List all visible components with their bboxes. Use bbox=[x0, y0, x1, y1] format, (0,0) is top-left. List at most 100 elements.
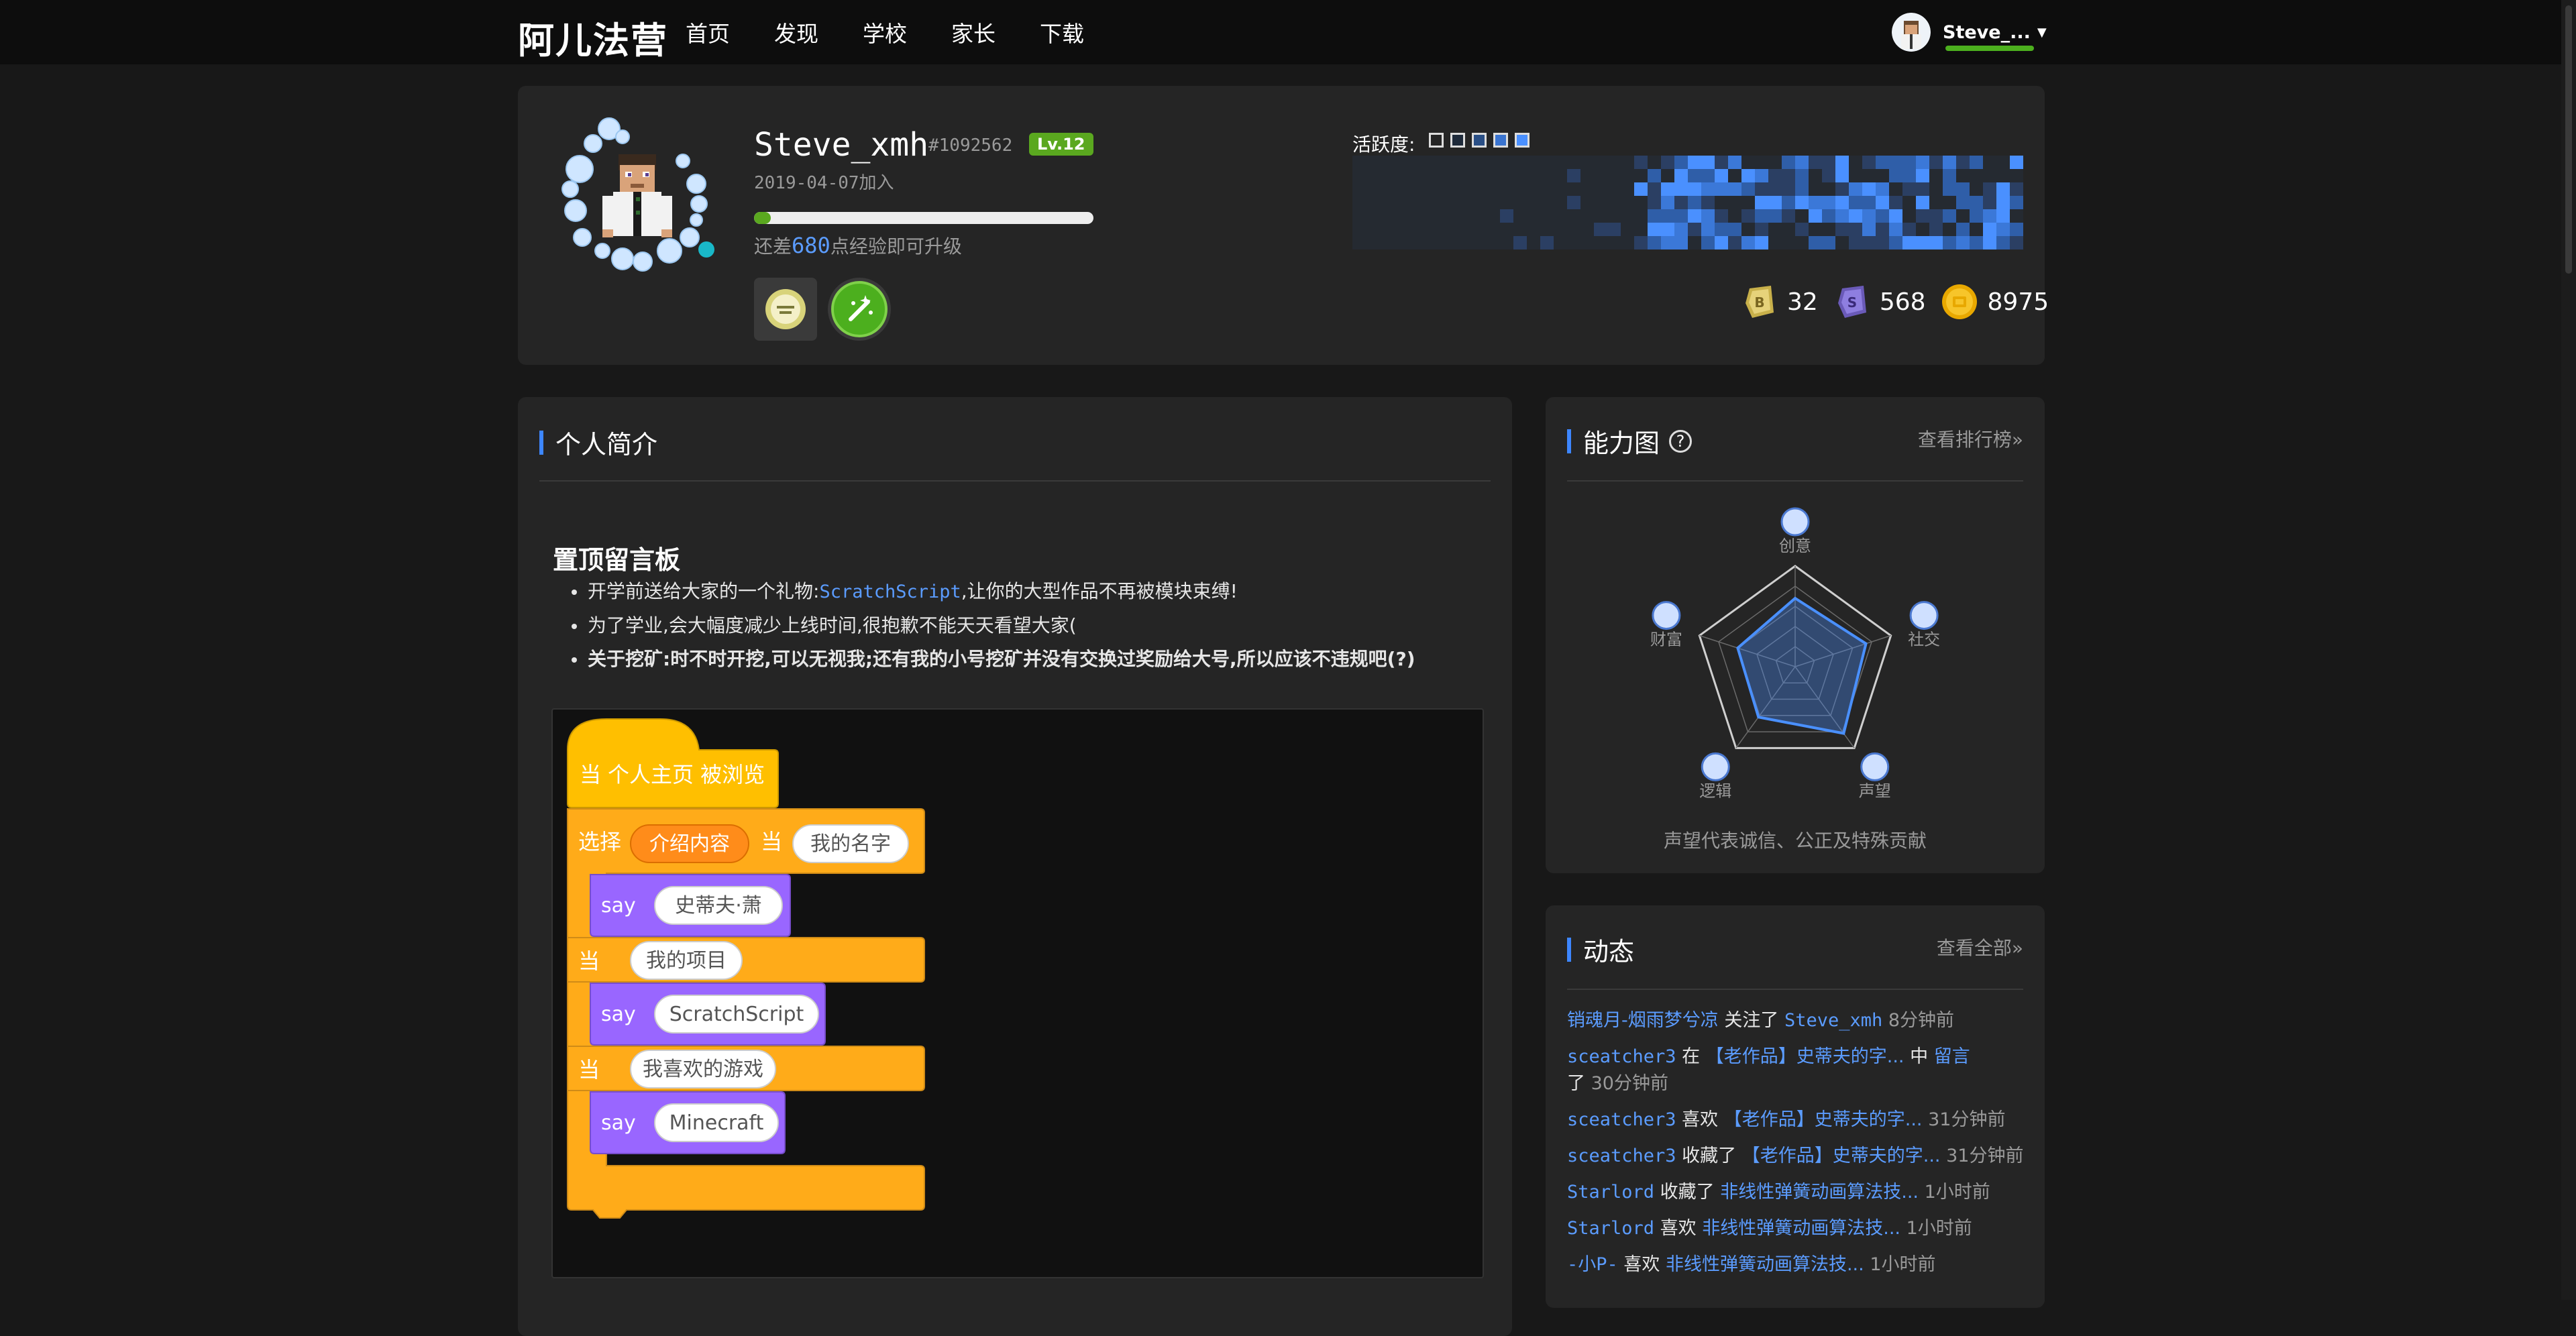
feed-user-link[interactable]: 销魂月-烟雨梦兮凉 bbox=[1567, 1010, 1719, 1031]
site-logo[interactable]: 阿儿法营 bbox=[518, 11, 668, 64]
chevron-down-icon[interactable]: ▼ bbox=[2037, 25, 2047, 40]
wealth-icon: 财富 bbox=[1650, 601, 1682, 649]
feed-action: 喜欢 bbox=[1660, 1218, 1697, 1239]
heatmap-cell bbox=[1782, 209, 1795, 223]
feed-user-link[interactable]: Starlord bbox=[1567, 1218, 1654, 1239]
heatmap-cell bbox=[1929, 223, 1943, 236]
heatmap-cell bbox=[1996, 182, 2010, 196]
feed-item: -小P- 喜欢 非线性弹簧动画算法技... 1小时前 bbox=[1567, 1251, 2030, 1278]
heatmap-cell bbox=[1835, 223, 1849, 236]
title-accent bbox=[539, 430, 543, 455]
user-xp-bar bbox=[1945, 46, 2034, 51]
heatmap-cell bbox=[1876, 182, 1889, 196]
heatmap-cell bbox=[1996, 223, 2010, 236]
heatmap-cell bbox=[1889, 196, 1902, 209]
feed-target-link[interactable]: Steve_xmh bbox=[1784, 1010, 1882, 1031]
nav-school[interactable]: 学校 bbox=[863, 16, 907, 48]
page-scrollbar[interactable] bbox=[2561, 0, 2576, 1300]
heatmap-cell bbox=[1674, 209, 1688, 223]
heatmap-cell bbox=[1648, 236, 1661, 249]
legend-level-3 bbox=[1493, 133, 1508, 148]
heatmap-cell bbox=[1876, 196, 1889, 209]
nav-home[interactable]: 首页 bbox=[686, 16, 730, 48]
feed-title-text: 动态 bbox=[1583, 937, 1635, 966]
heatmap-cell bbox=[1956, 182, 1970, 196]
heatmap-cell bbox=[1768, 209, 1782, 223]
case3-when: 当 bbox=[578, 1057, 600, 1082]
heatmap-cell bbox=[1688, 223, 1701, 236]
heatmap-cell bbox=[1648, 223, 1661, 236]
heatmap-cell bbox=[1688, 196, 1701, 209]
top-navbar: 阿儿法营 首页 发现 学校 家长 下载 Steve_... ▼ bbox=[0, 0, 2576, 64]
feed-time: 31分钟前 bbox=[1928, 1109, 2006, 1130]
heatmap-cell bbox=[1701, 182, 1715, 196]
legend-level-0 bbox=[1429, 133, 1444, 148]
heatmap-cell bbox=[1674, 223, 1688, 236]
heatmap-cell bbox=[1634, 236, 1648, 249]
scratch-code-image: 当 个人主页 被浏览 选择 介绍内容 当 我的名字 say 史蒂夫·萧 当 我的… bbox=[551, 708, 1484, 1278]
feed-item: sceatcher3 收藏了 【老作品】史蒂夫的字... 31分钟前 bbox=[1567, 1143, 2030, 1170]
heatmap-cell bbox=[1782, 156, 1795, 169]
feed-target-link[interactable]: 非线性弹簧动画算法技... bbox=[1666, 1254, 1864, 1275]
user-name[interactable]: Steve_... bbox=[1943, 22, 2031, 43]
nav-discover[interactable]: 发现 bbox=[774, 16, 818, 48]
heatmap-cell bbox=[1674, 169, 1688, 182]
heatmap-cell bbox=[1768, 196, 1782, 209]
view-all-link[interactable]: 查看全部» bbox=[1937, 934, 2023, 960]
heatmap-cell bbox=[2010, 223, 2023, 236]
magic-wand-badge-icon[interactable] bbox=[828, 278, 891, 341]
heatmap-cell bbox=[1634, 156, 1648, 169]
ability-title: 能力图? bbox=[1567, 423, 1693, 459]
reputation-icon: 声望 bbox=[1859, 752, 1891, 800]
feed-user-link[interactable]: sceatcher3 bbox=[1567, 1146, 1676, 1166]
profile-avatar[interactable] bbox=[555, 117, 720, 282]
feed-user-link[interactable]: Starlord bbox=[1567, 1182, 1654, 1203]
scrollbar-thumb[interactable] bbox=[2565, 5, 2572, 274]
heatmap-cell bbox=[1782, 182, 1795, 196]
activity-label: 活跃度: bbox=[1352, 133, 1415, 156]
nav-download[interactable]: 下载 bbox=[1040, 16, 1084, 48]
user-avatar[interactable] bbox=[1892, 13, 1931, 52]
nav-parents[interactable]: 家长 bbox=[951, 16, 996, 48]
heatmap-cell bbox=[1701, 209, 1715, 223]
heatmap-cell bbox=[1755, 169, 1768, 182]
heatmap-cell bbox=[1876, 156, 1889, 169]
bullet1-suffix: ,让你的大型作品不再被模块束缚! bbox=[961, 580, 1238, 602]
radar-axis-label: 创意 bbox=[1779, 537, 1811, 555]
purple-gem-icon: S bbox=[1837, 286, 1866, 318]
heatmap-cell bbox=[1728, 182, 1741, 196]
heatmap-cell bbox=[1715, 169, 1728, 182]
say1-text: 史蒂夫·萧 bbox=[675, 894, 762, 917]
feed-target-link[interactable]: 【老作品】史蒂夫的字... bbox=[1724, 1109, 1923, 1130]
heatmap-cell bbox=[1970, 209, 1983, 223]
user-menu[interactable]: Steve_... ▼ bbox=[1892, 12, 2047, 52]
radar-value-area bbox=[1736, 596, 1868, 735]
heatmap-cell bbox=[1795, 169, 1809, 182]
heatmap-cell bbox=[1715, 223, 1728, 236]
heatmap-cell bbox=[1795, 156, 1809, 169]
feed-action: 关注了 bbox=[1724, 1010, 1779, 1031]
feed-target-link[interactable]: 【老作品】史蒂夫的字... bbox=[1706, 1046, 1904, 1067]
scratchscript-link[interactable]: ScratchScript bbox=[819, 581, 961, 602]
feed-item: Starlord 收藏了 非线性弹簧动画算法技... 1小时前 bbox=[1567, 1179, 2030, 1206]
feed-comment-link[interactable]: 留言 bbox=[1934, 1046, 1970, 1067]
feed-user-link[interactable]: sceatcher3 bbox=[1567, 1109, 1676, 1130]
heatmap-cell bbox=[1500, 209, 1513, 223]
feed-item: sceatcher3 喜欢 【老作品】史蒂夫的字... 31分钟前 bbox=[1567, 1107, 2030, 1133]
view-ranking-link[interactable]: 查看排行榜» bbox=[1918, 425, 2023, 452]
feed-action: 在 bbox=[1682, 1046, 1701, 1067]
feed-user-link[interactable]: sceatcher3 bbox=[1567, 1046, 1676, 1067]
feed-target-link[interactable]: 非线性弹簧动画算法技... bbox=[1720, 1182, 1919, 1203]
heatmap-cell bbox=[1889, 169, 1902, 182]
heatmap-cell bbox=[1567, 169, 1580, 182]
feed-target-link[interactable]: 非线性弹簧动画算法技... bbox=[1702, 1218, 1900, 1239]
medal-badge-icon[interactable] bbox=[754, 278, 817, 341]
feed-action: 收藏了 bbox=[1682, 1146, 1737, 1166]
activity-heatmap bbox=[1352, 156, 2023, 249]
pinned-board-title: 置顶留言板 bbox=[553, 545, 681, 575]
heatmap-cell bbox=[1782, 169, 1795, 182]
feed-user-link[interactable]: -小P- bbox=[1567, 1254, 1618, 1275]
help-icon[interactable]: ? bbox=[1669, 429, 1693, 453]
feed-target-link[interactable]: 【老作品】史蒂夫的字... bbox=[1742, 1146, 1941, 1166]
radar-axis-label: 财富 bbox=[1650, 630, 1682, 649]
